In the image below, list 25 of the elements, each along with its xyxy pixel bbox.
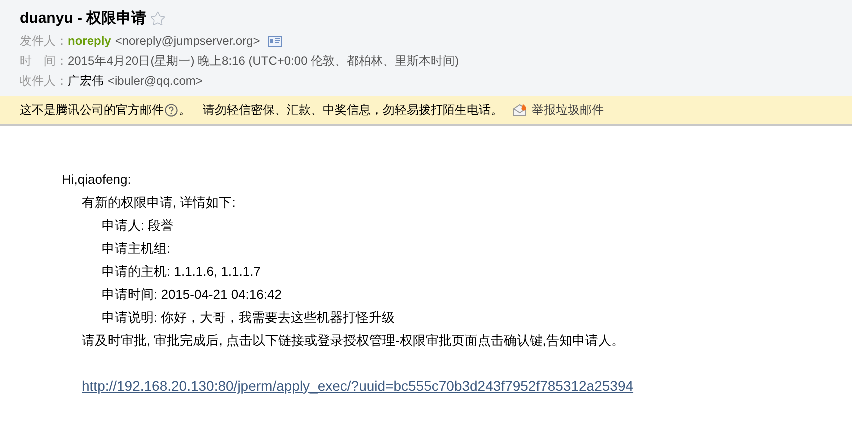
approval-link[interactable]: http://192.168.20.130:80/jperm/apply_exec/?uuid=bc555c70b3d243f7952f785312a25394 bbox=[82, 378, 634, 394]
detail-line: 申请说明: 你好，大哥，我需要去这些机器打怪升级 bbox=[102, 309, 396, 327]
field-label: 收件人： bbox=[20, 72, 68, 90]
instruction-text: 请及时审批, 审批完成后, 点击以下链接或登录授权管理-权限审批页面点击确认键,告知申请人。 bbox=[82, 332, 626, 350]
recipient-address: <ibuler@qq.com> bbox=[108, 72, 203, 90]
detail-line: 申请主机组: bbox=[102, 240, 172, 258]
warning-text: 这不是腾讯公司的官方邮件 bbox=[20, 102, 164, 119]
greeting-text: Hi,qiaofeng: bbox=[62, 171, 132, 189]
detail-line: 申请的主机: 1.1.1.6, 1.1.1.7 bbox=[102, 263, 262, 281]
warning-punctuation: 。 bbox=[179, 102, 191, 119]
report-spam-link[interactable]: 举报垃圾邮件 bbox=[532, 101, 604, 119]
star-icon[interactable] bbox=[150, 11, 166, 27]
envelope-flame-icon[interactable] bbox=[513, 103, 528, 117]
contact-card-icon[interactable] bbox=[268, 36, 282, 46]
warning-advice: 请勿轻信密保、汇款、中奖信息，勿轻易拨打陌生电话。 bbox=[203, 102, 503, 119]
recipient-name[interactable]: 广宏伟 bbox=[68, 72, 104, 90]
help-icon[interactable] bbox=[165, 104, 178, 116]
detail-line: 申请人: 段誉 bbox=[102, 217, 176, 235]
sent-time: 2015年4月20日(星期一) 晚上8:16 (UTC+0:00 伦敦、都柏林、里斯本时间) bbox=[68, 53, 460, 70]
detail-line: 申请时间: 2015-04-21 04:16:42 bbox=[102, 286, 283, 304]
field-label: 发件人： bbox=[20, 33, 68, 50]
sender-address: <noreply@jumpserver.org> bbox=[115, 33, 260, 50]
email-subject: duanyu - 权限申请 bbox=[20, 8, 147, 29]
intro-text: 有新的权限申请, 详情如下: bbox=[82, 194, 237, 212]
field-label: 时 间： bbox=[20, 53, 68, 70]
